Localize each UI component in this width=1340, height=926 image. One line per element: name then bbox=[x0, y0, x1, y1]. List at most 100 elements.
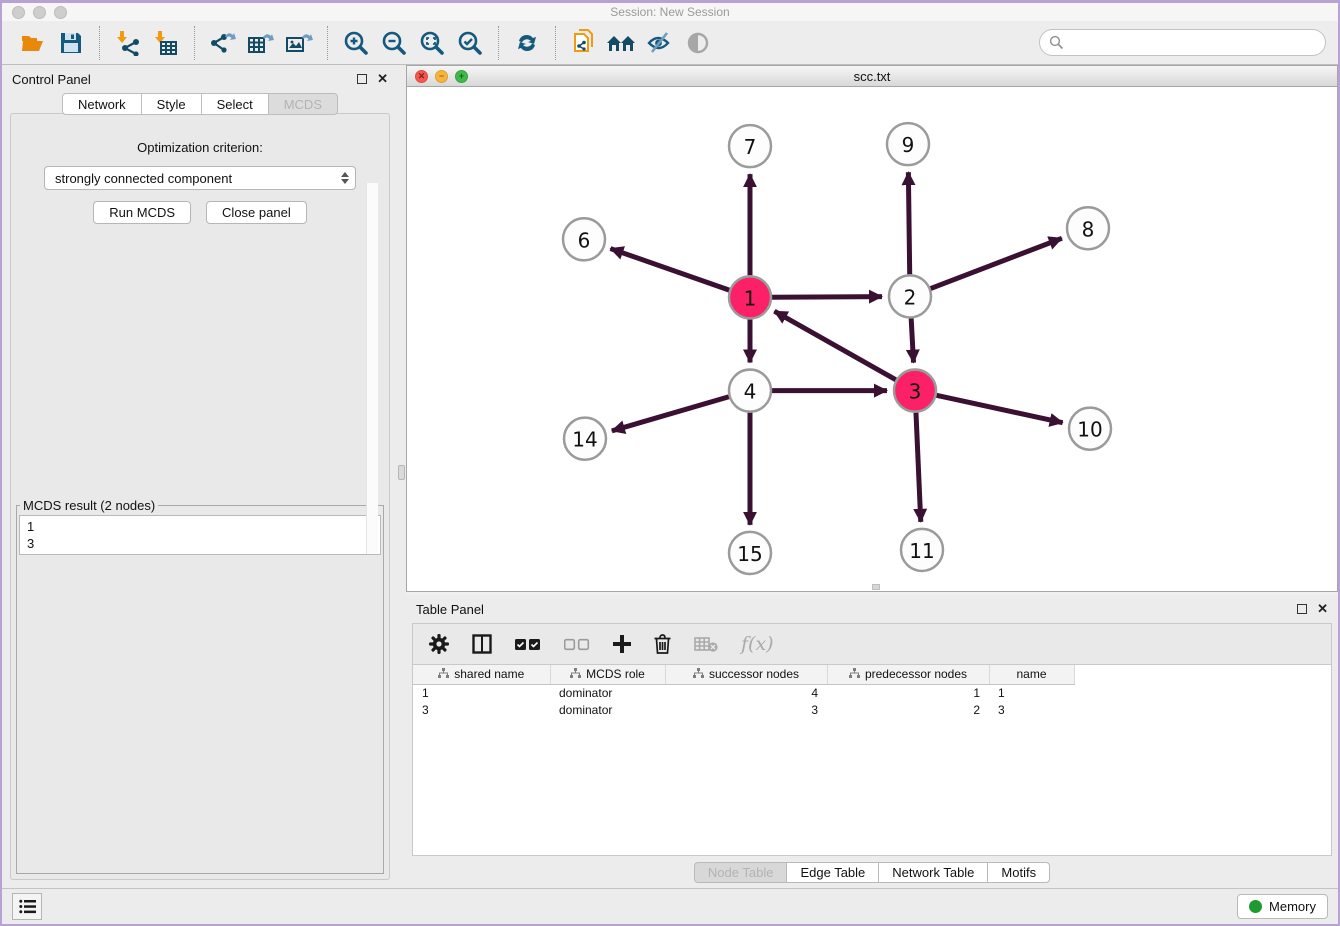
table-cell[interactable]: 1 bbox=[989, 684, 1074, 701]
graph-node-6[interactable]: 6 bbox=[563, 218, 605, 260]
minimize-window-button[interactable] bbox=[33, 6, 46, 19]
toggle-panes-button[interactable] bbox=[472, 634, 492, 654]
save-session-button[interactable] bbox=[52, 25, 90, 61]
graph-node-14[interactable]: 14 bbox=[564, 418, 606, 460]
graph-node-1[interactable]: 1 bbox=[729, 276, 771, 318]
show-all-button[interactable] bbox=[679, 25, 717, 61]
new-network-from-selection-button[interactable] bbox=[565, 25, 603, 61]
graph-node-3[interactable]: 3 bbox=[894, 370, 936, 412]
graph-node-9[interactable]: 9 bbox=[887, 123, 929, 165]
canvas-resize-grip[interactable] bbox=[872, 584, 880, 590]
network-canvas[interactable]: 7 9 6 8 1 2 4 3 14 10 15 11 bbox=[406, 87, 1338, 592]
export-image-button[interactable] bbox=[280, 25, 318, 61]
minimize-network-button[interactable]: − bbox=[435, 70, 448, 83]
table-cell[interactable]: dominator bbox=[550, 684, 665, 701]
table-row[interactable]: 3dominator323 bbox=[413, 701, 1074, 718]
first-neighbors-button[interactable] bbox=[603, 25, 641, 61]
close-panel-button[interactable]: Close panel bbox=[206, 201, 307, 224]
mcds-result-title: MCDS result (2 nodes) bbox=[20, 498, 158, 513]
zoom-fit-button[interactable] bbox=[413, 25, 451, 61]
graph-node-2[interactable]: 2 bbox=[889, 275, 931, 317]
network-graph[interactable]: 7 9 6 8 1 2 4 3 14 10 15 11 bbox=[407, 87, 1337, 591]
tab-style[interactable]: Style bbox=[141, 93, 202, 115]
criterion-select[interactable]: strongly connected component bbox=[44, 166, 356, 190]
hierarchy-icon bbox=[438, 668, 449, 679]
export-table-button[interactable] bbox=[242, 25, 280, 61]
import-table-button[interactable] bbox=[147, 25, 185, 61]
close-window-button[interactable] bbox=[12, 6, 25, 19]
column-header-predecessor-nodes[interactable]: predecessor nodes bbox=[827, 665, 989, 684]
table-cell[interactable]: 3 bbox=[989, 701, 1074, 718]
deselect-all-button[interactable] bbox=[564, 638, 590, 651]
import-network-button[interactable] bbox=[109, 25, 147, 61]
export-table-icon bbox=[247, 30, 275, 56]
tab-mcds[interactable]: MCDS bbox=[268, 93, 338, 115]
search-input[interactable] bbox=[1064, 34, 1316, 51]
settings-gear-button[interactable] bbox=[429, 634, 449, 654]
edge-2-8[interactable] bbox=[931, 238, 1062, 288]
tab-select[interactable]: Select bbox=[201, 93, 269, 115]
run-mcds-button[interactable]: Run MCDS bbox=[93, 201, 191, 224]
hide-selected-button[interactable] bbox=[641, 25, 679, 61]
control-panel-header: Control Panel ✕ bbox=[2, 65, 398, 93]
float-table-panel-icon[interactable] bbox=[1297, 604, 1307, 614]
zoom-in-icon bbox=[343, 30, 369, 56]
maximize-window-button[interactable] bbox=[54, 6, 67, 19]
memory-button[interactable]: Memory bbox=[1237, 894, 1328, 919]
graph-node-4[interactable]: 4 bbox=[729, 370, 771, 412]
task-history-button[interactable] bbox=[12, 893, 42, 920]
table-cell[interactable]: 4 bbox=[665, 684, 827, 701]
column-header-name[interactable]: name bbox=[989, 665, 1074, 684]
zoom-in-button[interactable] bbox=[337, 25, 375, 61]
table-row[interactable]: 1dominator411 bbox=[413, 684, 1074, 701]
edge-2-3[interactable] bbox=[911, 318, 913, 362]
edge-4-14[interactable] bbox=[612, 397, 729, 431]
splitter-grip-icon[interactable] bbox=[398, 465, 405, 480]
select-all-button[interactable] bbox=[515, 638, 541, 651]
export-network-button[interactable] bbox=[204, 25, 242, 61]
table-cell[interactable]: 2 bbox=[827, 701, 989, 718]
table-cell[interactable]: dominator bbox=[550, 701, 665, 718]
zoom-selected-icon bbox=[457, 30, 483, 56]
table-cell[interactable]: 1 bbox=[413, 684, 550, 701]
graph-node-15[interactable]: 15 bbox=[729, 532, 771, 574]
column-header-successor-nodes[interactable]: successor nodes bbox=[665, 665, 827, 684]
close-panel-icon[interactable]: ✕ bbox=[377, 74, 388, 84]
zoom-selected-button[interactable] bbox=[451, 25, 489, 61]
column-header-shared-name[interactable]: shared name bbox=[413, 665, 550, 684]
panel-splitter[interactable] bbox=[398, 65, 406, 888]
graph-node-7[interactable]: 7 bbox=[729, 125, 771, 167]
graph-node-11[interactable]: 11 bbox=[901, 529, 943, 571]
tab-motifs[interactable]: Motifs bbox=[987, 862, 1050, 883]
tab-node-table[interactable]: Node Table bbox=[694, 862, 788, 883]
table-cell[interactable]: 3 bbox=[665, 701, 827, 718]
close-table-panel-icon[interactable]: ✕ bbox=[1317, 604, 1328, 614]
edge-3-1[interactable] bbox=[774, 311, 895, 380]
edge-3-11[interactable] bbox=[916, 413, 921, 522]
tab-network-table[interactable]: Network Table bbox=[878, 862, 988, 883]
graph-node-10[interactable]: 10 bbox=[1069, 408, 1111, 450]
close-network-button[interactable]: ✕ bbox=[415, 70, 428, 83]
add-column-button[interactable] bbox=[613, 635, 631, 653]
float-panel-icon[interactable] bbox=[357, 74, 367, 84]
edge-2-9[interactable] bbox=[908, 172, 909, 274]
delete-button[interactable] bbox=[654, 634, 671, 654]
apply-layout-button[interactable] bbox=[508, 25, 546, 61]
function-builder-button[interactable]: f(x) bbox=[741, 633, 774, 655]
column-header-MCDS-role[interactable]: MCDS role bbox=[550, 665, 665, 684]
edge-1-2[interactable] bbox=[772, 297, 882, 298]
memory-label: Memory bbox=[1269, 899, 1316, 914]
open-file-button[interactable] bbox=[14, 25, 52, 61]
maximize-network-button[interactable]: + bbox=[455, 70, 468, 83]
graph-node-8[interactable]: 8 bbox=[1067, 207, 1109, 249]
delete-table-button[interactable] bbox=[694, 636, 718, 652]
edge-3-10[interactable] bbox=[936, 395, 1062, 422]
result-scrollbar[interactable] bbox=[366, 183, 378, 554]
search-field[interactable] bbox=[1039, 29, 1326, 56]
tab-network[interactable]: Network bbox=[62, 93, 142, 115]
tab-edge-table[interactable]: Edge Table bbox=[786, 862, 879, 883]
zoom-out-button[interactable] bbox=[375, 25, 413, 61]
edge-1-6[interactable] bbox=[610, 249, 729, 291]
table-cell[interactable]: 3 bbox=[413, 701, 550, 718]
table-cell[interactable]: 1 bbox=[827, 684, 989, 701]
